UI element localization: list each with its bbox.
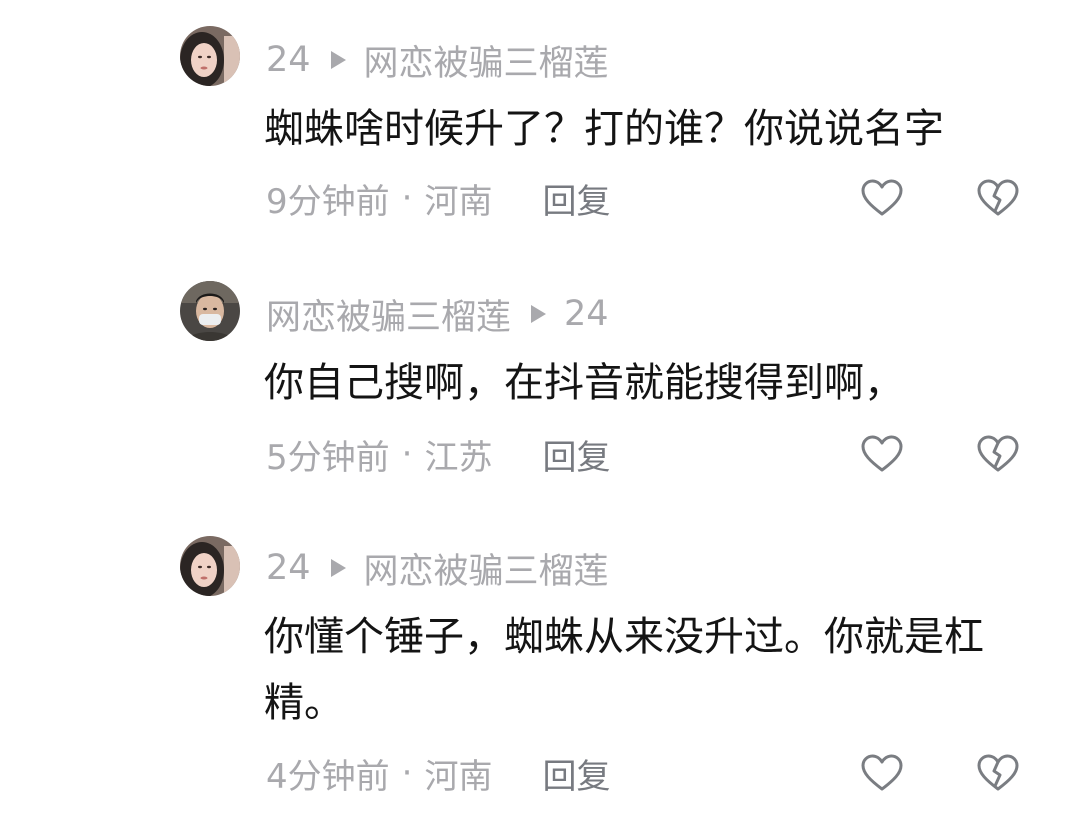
broken-heart-icon[interactable] xyxy=(976,434,1020,474)
reply-button[interactable]: 回复 xyxy=(542,174,610,223)
comment-location: 河南 xyxy=(424,756,493,797)
avatar[interactable] xyxy=(180,536,240,596)
comment-time: 5分钟前 xyxy=(266,437,390,478)
reply-button[interactable]: 回复 xyxy=(542,430,610,479)
reply-to-name[interactable]: 网恋被骗三榴莲 xyxy=(364,35,609,86)
author-name[interactable]: 24 xyxy=(266,548,311,588)
heart-icon[interactable] xyxy=(860,178,904,218)
heart-icon[interactable] xyxy=(860,434,904,474)
comment-location: 河南 xyxy=(424,181,493,222)
separator-dot: · xyxy=(401,753,413,793)
reply-to-name[interactable]: 24 xyxy=(564,294,609,334)
avatar[interactable] xyxy=(180,281,240,341)
separator-dot: · xyxy=(401,178,413,218)
heart-icon[interactable] xyxy=(860,753,904,793)
broken-heart-icon[interactable] xyxy=(976,753,1020,793)
comment-meta: 5分钟前 · 江苏 回复 xyxy=(266,434,610,478)
avatar-woman-image xyxy=(180,26,240,86)
comment-text: 你自己搜啊，在抖音就能搜得到啊， xyxy=(264,360,904,406)
separator-dot: · xyxy=(401,434,413,474)
comment-time: 4分钟前 xyxy=(266,756,390,797)
avatar-man-mask-image xyxy=(180,281,240,341)
broken-heart-icon[interactable] xyxy=(976,178,1020,218)
reply-arrow-icon xyxy=(330,559,346,577)
avatar-woman-image xyxy=(180,536,240,596)
reply-button[interactable]: 回复 xyxy=(542,749,610,798)
comment-meta: 4分钟前 · 河南 回复 xyxy=(266,753,610,797)
comment-header: 24 网恋被骗三榴莲 xyxy=(266,40,609,84)
comment-header: 24 网恋被骗三榴莲 xyxy=(266,548,609,592)
comment-time: 9分钟前 xyxy=(266,181,390,222)
avatar[interactable] xyxy=(180,26,240,86)
author-name[interactable]: 网恋被骗三榴莲 xyxy=(266,289,511,340)
comment-header: 网恋被骗三榴莲 24 xyxy=(266,294,609,338)
comment-location: 江苏 xyxy=(424,437,493,478)
comment-text: 蜘蛛啥时候升了？打的谁？你说说名字 xyxy=(264,106,944,152)
reply-to-name[interactable]: 网恋被骗三榴莲 xyxy=(364,543,609,594)
author-name[interactable]: 24 xyxy=(266,40,311,80)
comment-meta: 9分钟前 · 河南 回复 xyxy=(266,178,610,222)
comment-text: 你懂个锤子，蜘蛛从来没升过。你就是杠精。 xyxy=(264,614,984,726)
reply-arrow-icon xyxy=(531,305,547,323)
reply-arrow-icon xyxy=(330,51,346,69)
